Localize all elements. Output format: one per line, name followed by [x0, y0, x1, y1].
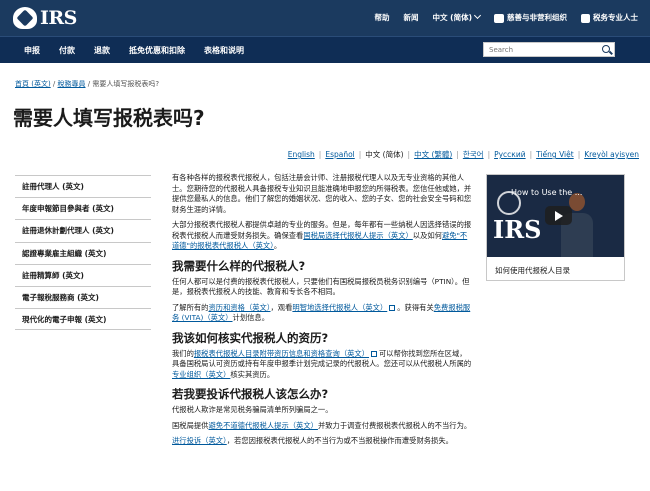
main-content: 有各种各样的报税表代报税人，包括注册会计师、注册报税代理人以及无专业资格的其他人…: [172, 173, 472, 452]
preparer-directory-link[interactable]: 报税表代报税人目录附带资历信息和资格查询（英文）: [194, 349, 369, 358]
breadcrumb-home[interactable]: 首頁 (英文): [15, 80, 51, 88]
language-selector[interactable]: 中文 (简体): [433, 11, 482, 23]
section-heading: 我该如何核实代报税人的资历?: [172, 330, 329, 345]
search-box: [483, 42, 615, 57]
professional-orgs-link[interactable]: 专业组织（英文）: [172, 370, 230, 379]
play-icon[interactable]: [545, 206, 572, 225]
breadcrumb-section[interactable]: 稅務專員: [58, 80, 86, 88]
lang-chinese-traditional[interactable]: 中文 (繁體): [414, 149, 452, 160]
page-title: 需要人填写报税表吗?: [13, 106, 205, 130]
irs-logo[interactable]: IRS: [13, 7, 77, 29]
lang-korean[interactable]: 한국어: [463, 149, 484, 160]
paragraph: 进行投诉（英文），若您因报税表代报税人的不当行为或不当报税操作而遭受财务损失。: [172, 436, 453, 445]
presenter-image: [559, 191, 595, 257]
paragraph: 代报税人欺诈是常见税务骗局清单所列骗局之一。: [172, 405, 333, 414]
video-bg-text: IRS: [493, 215, 542, 244]
sidebar-item-e-file-providers[interactable]: 電子報稅服務商 (英文): [15, 285, 151, 308]
language-links: English | Español | 中文 (简体) | 中文 (繁體) | 한국어 |…: [287, 149, 639, 160]
video-thumbnail[interactable]: IRS How to Use the ...: [487, 175, 624, 257]
briefcase-icon: [581, 13, 590, 23]
sidebar-nav: 註冊代理人 (英文) 年度申報節目參與者 (英文) 註冊退休計劃代理人 (英文)…: [15, 175, 151, 331]
choose-wisely-link[interactable]: 明智地选择代报税人（英文）: [292, 303, 387, 312]
utility-links: 帮助 新闻 中文 (简体) 慈善与非营利组织 税务专业人士: [375, 11, 638, 23]
logo-text: IRS: [40, 7, 77, 29]
search-input[interactable]: [484, 43, 594, 56]
sidebar-item-peo[interactable]: 認證專業雇主組織 (英文): [15, 241, 151, 264]
nav-forms-instructions[interactable]: 表格和说明: [204, 45, 244, 56]
avoid-unethical-tips-link[interactable]: 避免不道德代报税人提示（英文）: [208, 421, 317, 430]
sidebar-item-actuaries[interactable]: 註冊精算師 (英文): [15, 263, 151, 286]
news-link[interactable]: 新闻: [404, 12, 419, 23]
external-link-icon: [389, 304, 396, 311]
intro-paragraph: 有各种各样的报税表代报税人，包括注册会计师、注册报税代理人以及无专业资格的其他人…: [172, 173, 472, 214]
lang-russian[interactable]: Русский: [494, 150, 526, 159]
nav-file[interactable]: 申报: [24, 45, 40, 56]
breadcrumb-current: 需要人填写报税表吗?: [92, 80, 160, 88]
paragraph: 大部分报税表代报税人都提供卓越的专业的服务。但是，每年都有一些纳税人因选择错误的…: [172, 220, 472, 250]
top-header: IRS 帮助 新闻 中文 (简体) 慈善与非营利组织 税务专业人士: [0, 0, 650, 36]
lang-english[interactable]: English: [288, 150, 315, 159]
video-title: How to Use the ...: [511, 188, 583, 197]
file-complaint-link[interactable]: 进行投诉（英文）: [172, 436, 227, 445]
lang-vietnamese[interactable]: Tiếng Việt: [536, 150, 574, 159]
nav-pay[interactable]: 付款: [59, 45, 75, 56]
sidebar-item-mef[interactable]: 現代化的電子申報 (英文): [15, 308, 151, 331]
lang-chinese-simplified: 中文 (简体): [365, 150, 404, 159]
nav-refunds[interactable]: 退款: [94, 45, 110, 56]
paragraph: 国税局提供避免不道德代报税人提示（英文）并致力于调查付费报税表代报税人的不当行为…: [172, 420, 472, 430]
sidebar-item-retirement-plan-agents[interactable]: 註冊退休計劃代理人 (英文): [15, 219, 151, 241]
paragraph: 任何人都可以是付费的报税表代报税人，只要他们有国税局报税员税务识别编号（PTIN…: [172, 276, 470, 297]
breadcrumb: 首頁 (英文) / 稅務專員 / 需要人填写报税表吗?: [15, 79, 159, 89]
search-icon[interactable]: [602, 45, 610, 53]
handshake-icon: [494, 13, 504, 23]
sidebar-item-annual-filing-season[interactable]: 年度申報節目參與者 (英文): [15, 197, 151, 219]
section-heading: 我需要什么样的代报税人?: [172, 258, 306, 273]
external-link-icon: [371, 350, 378, 357]
sidebar-item-enrolled-agents[interactable]: 註冊代理人 (英文): [15, 175, 151, 197]
lang-spanish[interactable]: Español: [325, 150, 354, 159]
paragraph: 了解所有的资历和资格（英文），观看明智地选择代报税人（英文） 。获得有关免费报税服…: [172, 302, 471, 323]
chevron-down-icon: [473, 11, 482, 20]
lang-haitian-creole[interactable]: Kreyòl ayisyen: [584, 150, 639, 159]
eagle-icon: [13, 7, 37, 29]
video-caption[interactable]: 如何使用代报税人目录: [495, 265, 570, 276]
section-heading: 若我要投诉代报税人该怎么办?: [172, 387, 329, 401]
charities-link[interactable]: 慈善与非营利组织: [494, 12, 567, 23]
tips-choosing-preparer-link[interactable]: 国税局选择代报税人提示（英文）: [303, 231, 412, 240]
nav-credits-deductions[interactable]: 抵免优惠和扣除: [129, 45, 185, 56]
credentials-link[interactable]: 资历和资格（英文）: [208, 303, 270, 312]
help-link[interactable]: 帮助: [375, 12, 390, 23]
tax-pros-link[interactable]: 税务专业人士: [581, 12, 638, 23]
paragraph: 我们的报税表代报税人目录附带资历信息和资格查询（英文） 可以帮你找到您所在区域，具…: [172, 348, 472, 379]
video-card[interactable]: IRS How to Use the ... 如何使用代报税人目录: [486, 174, 625, 281]
